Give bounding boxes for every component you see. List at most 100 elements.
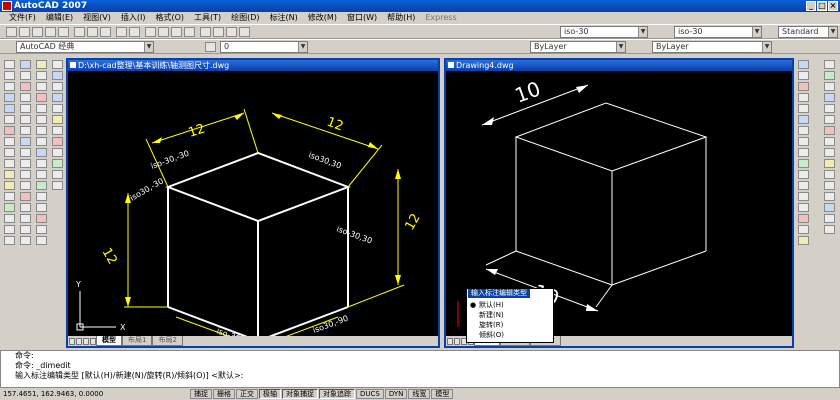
- tool-a-icon[interactable]: [51, 60, 63, 69]
- layer-combo[interactable]: 0 ▼: [220, 41, 308, 53]
- menu-window[interactable]: 窗口(W): [342, 12, 382, 24]
- tolerance-icon[interactable]: [35, 181, 47, 190]
- tool-e-icon[interactable]: [51, 104, 63, 113]
- menu-item-rotate[interactable]: 旋转(R): [467, 320, 553, 330]
- order-a-icon[interactable]: [823, 60, 835, 69]
- make-block-icon[interactable]: [3, 181, 15, 190]
- menu-item-oblique[interactable]: 倾斜(O): [467, 330, 553, 340]
- revcloud-icon[interactable]: [3, 137, 15, 146]
- quick-dim-icon[interactable]: [35, 148, 47, 157]
- order-k-icon[interactable]: [823, 170, 835, 179]
- snap-toggle[interactable]: 捕捉: [190, 389, 212, 399]
- command-window[interactable]: 命令: 命令: _dimedit 输入标注编辑类型 [默认(H)/新建(N)/旋…: [0, 350, 840, 388]
- snap-apparent-icon[interactable]: [19, 115, 31, 124]
- lineweight-toggle[interactable]: 线宽: [408, 389, 431, 399]
- snap-quadrant-icon[interactable]: [19, 148, 31, 157]
- order-p-icon[interactable]: [823, 225, 835, 234]
- dimstyle2-combo[interactable]: iso-30 ▼: [674, 26, 762, 38]
- break-icon[interactable]: [797, 192, 809, 201]
- otrack-toggle[interactable]: 对象追踪: [319, 389, 355, 399]
- close-button[interactable]: ×: [828, 1, 838, 11]
- ortho-toggle[interactable]: 正交: [236, 389, 258, 399]
- tool-d-icon[interactable]: [51, 93, 63, 102]
- snap-midpoint-icon[interactable]: [19, 93, 31, 102]
- plot-icon[interactable]: [45, 27, 56, 37]
- undo-icon[interactable]: [116, 27, 127, 37]
- construction-line-icon[interactable]: [3, 71, 15, 80]
- menu-modify[interactable]: 修改(M): [303, 12, 342, 24]
- menu-view[interactable]: 视图(V): [78, 12, 116, 24]
- snap-perpendicular-icon[interactable]: [19, 170, 31, 179]
- save-icon[interactable]: [32, 27, 43, 37]
- tool-k-icon[interactable]: [51, 170, 63, 179]
- snap-endpoint-icon[interactable]: [19, 82, 31, 91]
- snap-from-icon[interactable]: [19, 71, 31, 80]
- order-e-icon[interactable]: [823, 104, 835, 113]
- copy-icon[interactable]: [87, 27, 98, 37]
- dim-edit-icon[interactable]: [35, 203, 47, 212]
- explode-icon[interactable]: [797, 236, 809, 245]
- menu-format[interactable]: 格式(O): [150, 12, 189, 24]
- stretch-icon[interactable]: [797, 148, 809, 157]
- offset-icon[interactable]: [797, 93, 809, 102]
- rotate-icon[interactable]: [797, 126, 809, 135]
- dim-aligned-icon[interactable]: [35, 71, 47, 80]
- dim-ordinate-icon[interactable]: [35, 93, 47, 102]
- tab-nav-next[interactable]: [83, 337, 89, 345]
- maximize-button[interactable]: □: [817, 1, 827, 11]
- osnap-toggle[interactable]: 对象捕捉: [282, 389, 318, 399]
- open-file-icon[interactable]: [19, 27, 30, 37]
- command-prompt[interactable]: 输入标注编辑类型 [默认(H)/新建(N)/旋转(R)/倾斜(O)] <默认>:: [15, 371, 839, 381]
- layer-manager-icon[interactable]: [205, 42, 216, 52]
- order-d-icon[interactable]: [823, 93, 835, 102]
- tool-f-icon[interactable]: [51, 115, 63, 124]
- dim-style-icon[interactable]: [35, 236, 47, 245]
- mirror-icon[interactable]: [797, 82, 809, 91]
- tab-nav-prev[interactable]: [76, 337, 82, 345]
- order-j-icon[interactable]: [823, 159, 835, 168]
- snap-intersection-icon[interactable]: [19, 104, 31, 113]
- tool-c-icon[interactable]: [51, 82, 63, 91]
- tool-l-icon[interactable]: [51, 181, 63, 190]
- scale-icon[interactable]: [797, 137, 809, 146]
- fillet-icon[interactable]: [797, 225, 809, 234]
- extend-icon[interactable]: [797, 170, 809, 179]
- arc-icon[interactable]: [3, 115, 15, 124]
- snap-tangent-icon[interactable]: [19, 159, 31, 168]
- snap-extension-icon[interactable]: [19, 126, 31, 135]
- dim-jogged-icon[interactable]: [35, 115, 47, 124]
- dim-arc-icon[interactable]: [35, 82, 47, 91]
- pan-icon[interactable]: [145, 27, 156, 37]
- order-o-icon[interactable]: [823, 214, 835, 223]
- tab-layout1-left[interactable]: 布局1: [122, 336, 153, 346]
- tool-g-icon[interactable]: [51, 126, 63, 135]
- snap-none-icon[interactable]: [19, 225, 31, 234]
- dim-angular-icon[interactable]: [35, 137, 47, 146]
- polygon-icon[interactable]: [3, 93, 15, 102]
- design-center-icon[interactable]: [213, 27, 224, 37]
- array-icon[interactable]: [797, 104, 809, 113]
- line-icon[interactable]: [3, 60, 15, 69]
- snap-insert-icon[interactable]: [19, 192, 31, 201]
- tab-model-left[interactable]: 模型: [96, 336, 122, 346]
- minimize-button[interactable]: _: [806, 1, 816, 11]
- join-icon[interactable]: [797, 203, 809, 212]
- menu-edit[interactable]: 编辑(E): [41, 12, 78, 24]
- rectangle-icon[interactable]: [3, 104, 15, 113]
- order-n-icon[interactable]: [823, 203, 835, 212]
- order-l-icon[interactable]: [823, 181, 835, 190]
- snap-nearest-icon[interactable]: [19, 214, 31, 223]
- order-h-icon[interactable]: [823, 137, 835, 146]
- region-icon[interactable]: [3, 214, 15, 223]
- erase-icon[interactable]: [797, 60, 809, 69]
- dim-continue-icon[interactable]: [35, 170, 47, 179]
- menu-tools[interactable]: 工具(T): [189, 12, 226, 24]
- insert-block-icon[interactable]: [3, 170, 15, 179]
- menu-express[interactable]: Express: [420, 12, 461, 24]
- order-c-icon[interactable]: [823, 82, 835, 91]
- snap-parallel-icon[interactable]: [19, 181, 31, 190]
- help-icon[interactable]: [239, 27, 250, 37]
- order-b-icon[interactable]: [823, 71, 835, 80]
- linetype-combo[interactable]: ByLayer ▼: [652, 41, 772, 53]
- dim-text-edit-icon[interactable]: [35, 214, 47, 223]
